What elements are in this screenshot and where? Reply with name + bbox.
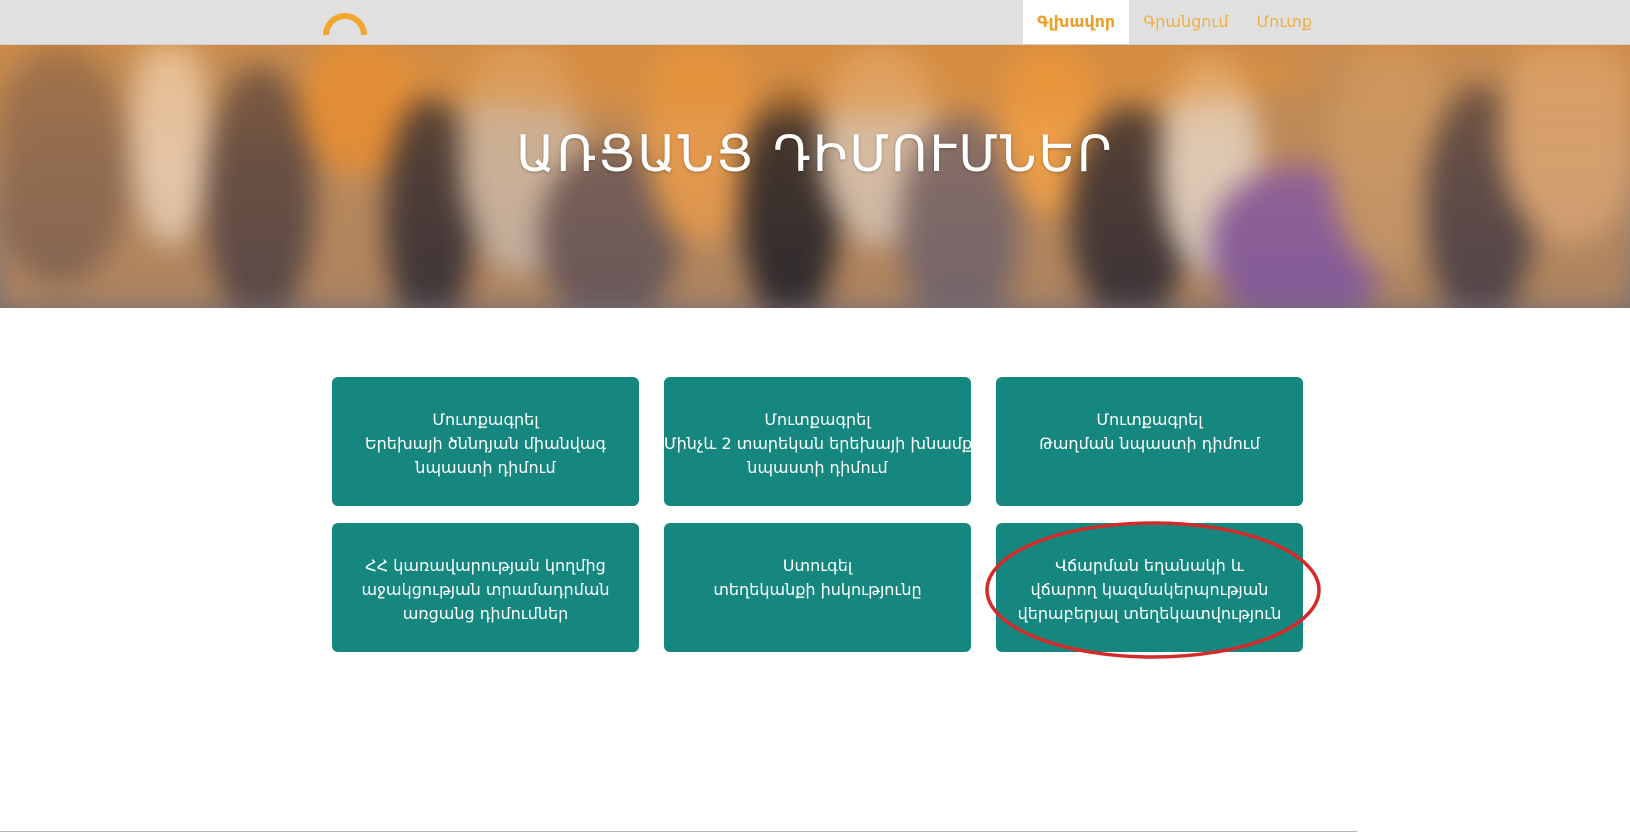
tile-line: նպաստի դիմում bbox=[747, 458, 888, 477]
tile-line: Մինչև 2 տարեկան երեխայի խնամքի bbox=[664, 434, 971, 453]
tile-line: առցանց դիմումներ bbox=[402, 604, 569, 623]
hero-title: ԱՌՑԱՆՑ ԴԻՄՈՒՄՆԵՐ bbox=[516, 125, 1114, 183]
tile-line: Երեխայի ծննդյան միանվագ bbox=[364, 434, 607, 453]
tile-childcare-benefit-application[interactable]: Մուտքագրել Մինչև 2 տարեկան երեխայի խնամք… bbox=[664, 377, 971, 506]
tile-verify-certificate[interactable]: Ստուգել տեղեկանքի իսկությունը bbox=[664, 523, 971, 652]
main-nav: Գլխավոր Գրանցում Մուտք bbox=[1023, 0, 1326, 44]
tile-childbirth-benefit-application[interactable]: Մուտքագրել Երեխայի ծննդյան միանվագ նպաստ… bbox=[332, 377, 639, 506]
tile-line: վերաբերյալ տեղեկատվություն bbox=[1017, 604, 1282, 623]
tile-line: նպաստի դիմում bbox=[415, 458, 556, 477]
tile-line: ՀՀ կառավարության կողմից bbox=[365, 556, 606, 575]
tile-line: Մուտքագրել bbox=[1096, 410, 1203, 429]
logo-icon[interactable] bbox=[322, 13, 368, 36]
tile-payment-method-info[interactable]: Վճարման եղանակի և վճարող կազմակերպության… bbox=[996, 523, 1303, 652]
tile-line: աջակցության տրամադրման bbox=[361, 580, 610, 599]
tile-line: տեղեկանքի իսկությունը bbox=[713, 580, 922, 599]
nav-home[interactable]: Գլխավոր bbox=[1023, 0, 1130, 44]
nav-register[interactable]: Գրանցում bbox=[1129, 0, 1242, 44]
tile-line: Վճարման եղանակի և bbox=[1055, 556, 1244, 575]
tile-line: Մուտքագրել bbox=[764, 410, 871, 429]
service-tiles: Մուտքագրել Երեխայի ծննդյան միանվագ նպաստ… bbox=[332, 377, 1303, 652]
top-navbar: Գլխավոր Գրանցում Մուտք bbox=[0, 0, 1630, 45]
tile-line: Ստուգել bbox=[782, 556, 853, 575]
tile-line: վճարող կազմակերպության bbox=[1030, 580, 1269, 599]
bottom-divider bbox=[0, 831, 1357, 832]
nav-login[interactable]: Մուտք bbox=[1243, 0, 1327, 44]
hero-banner: ԱՌՑԱՆՑ ԴԻՄՈՒՄՆԵՐ bbox=[0, 45, 1630, 308]
tile-line: Թաղման նպաստի դիմում bbox=[1039, 434, 1260, 453]
tile-line: Մուտքագրել bbox=[432, 410, 539, 429]
tile-funeral-benefit-application[interactable]: Մուտքագրել Թաղման նպաստի դիմում bbox=[996, 377, 1303, 506]
tile-government-support-applications[interactable]: ՀՀ կառավարության կողմից աջակցության տրամ… bbox=[332, 523, 639, 652]
